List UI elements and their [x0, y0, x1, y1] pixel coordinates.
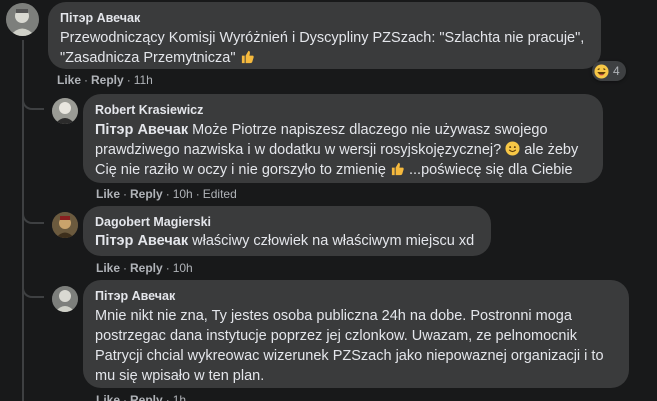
- comment-text: Пітэр Авечак Może Piotrze napiszesz dlac…: [95, 120, 591, 180]
- avatar-photo-icon: [52, 286, 78, 312]
- like-button[interactable]: Like: [57, 73, 81, 87]
- reaction-count: 4: [613, 64, 620, 78]
- separator: ·: [123, 187, 128, 201]
- separator: ·: [195, 187, 200, 201]
- separator: ·: [84, 73, 89, 87]
- avatar[interactable]: [6, 3, 39, 36]
- thumbs-up-icon: [391, 162, 404, 176]
- reply-button[interactable]: Reply: [91, 73, 124, 87]
- comment-text: Пітэр Авечак właściwy człowiek na właści…: [95, 231, 479, 251]
- comment-text: Przewodniczący Komisji Wyróżnień i Dyscy…: [60, 28, 589, 68]
- comment-bubble: Robert Krasiewicz Пітэр Авечак Może Piot…: [83, 94, 603, 183]
- reaction-badge[interactable]: 4: [592, 61, 626, 81]
- comment-actions: Like · Reply · 10h: [96, 261, 193, 275]
- smiling-face-icon: [505, 141, 520, 156]
- separator: ·: [165, 261, 170, 275]
- like-button[interactable]: Like: [96, 187, 120, 201]
- avatar-photo-icon: [52, 212, 78, 238]
- separator: ·: [165, 187, 170, 201]
- reply-button[interactable]: Reply: [130, 393, 163, 401]
- separator: ·: [123, 393, 128, 401]
- comment-author[interactable]: Dagobert Magierski: [95, 214, 479, 230]
- avatar-photo-icon: [6, 3, 39, 36]
- comment-actions: Like · Reply · 11h: [57, 73, 153, 87]
- timestamp[interactable]: 1h: [173, 393, 186, 401]
- thread-branch: [22, 94, 44, 110]
- edited-label[interactable]: Edited: [203, 187, 237, 201]
- comment-bubble: Пітэр Авечак Mnie nikt nie zna, Ty jeste…: [83, 280, 629, 388]
- comment-text-body: właściwy człowiek na właściwym miejscu x…: [188, 233, 475, 249]
- avatar-photo-icon: [52, 98, 78, 124]
- like-button[interactable]: Like: [96, 261, 120, 275]
- comment-text-body: Przewodniczący Komisji Wyróżnień i Dyscy…: [60, 30, 585, 66]
- comment-text-body: ...poświecę się dla Ciebie: [404, 162, 573, 178]
- comment-actions: Like · Reply · 1h: [96, 393, 186, 401]
- comment-author[interactable]: Пітэр Авечак: [60, 10, 589, 26]
- comment-text: Mnie nikt nie zna, Ty jestes osoba publi…: [95, 308, 604, 384]
- avatar[interactable]: [52, 98, 78, 124]
- separator: ·: [165, 393, 170, 401]
- comment-actions: Like · Reply · 10h · Edited: [96, 187, 237, 201]
- separator: ·: [123, 261, 128, 275]
- thumbs-up-icon: [241, 50, 254, 64]
- comment-bubble: Пітэр Авечак Przewodniczący Komisji Wyró…: [48, 2, 601, 69]
- reply-button[interactable]: Reply: [130, 261, 163, 275]
- comment-bubble: Dagobert Magierski Пітэр Авечак właściwy…: [83, 206, 491, 256]
- comment-author[interactable]: Пітэр Авечак: [95, 288, 617, 304]
- laughing-face-icon: [594, 63, 609, 79]
- separator: ·: [126, 73, 131, 87]
- mention-link[interactable]: Пітэр Авечак: [95, 122, 188, 138]
- thread-branch: [22, 208, 44, 224]
- like-button[interactable]: Like: [96, 393, 120, 401]
- timestamp[interactable]: 10h: [173, 187, 193, 201]
- thread-branch: [22, 282, 44, 298]
- timestamp[interactable]: 10h: [173, 261, 193, 275]
- comment-author[interactable]: Robert Krasiewicz: [95, 102, 591, 118]
- avatar[interactable]: [52, 286, 78, 312]
- reply-button[interactable]: Reply: [130, 187, 163, 201]
- mention-link[interactable]: Пітэр Авечак: [95, 233, 188, 249]
- avatar[interactable]: [52, 212, 78, 238]
- timestamp[interactable]: 11h: [134, 73, 153, 87]
